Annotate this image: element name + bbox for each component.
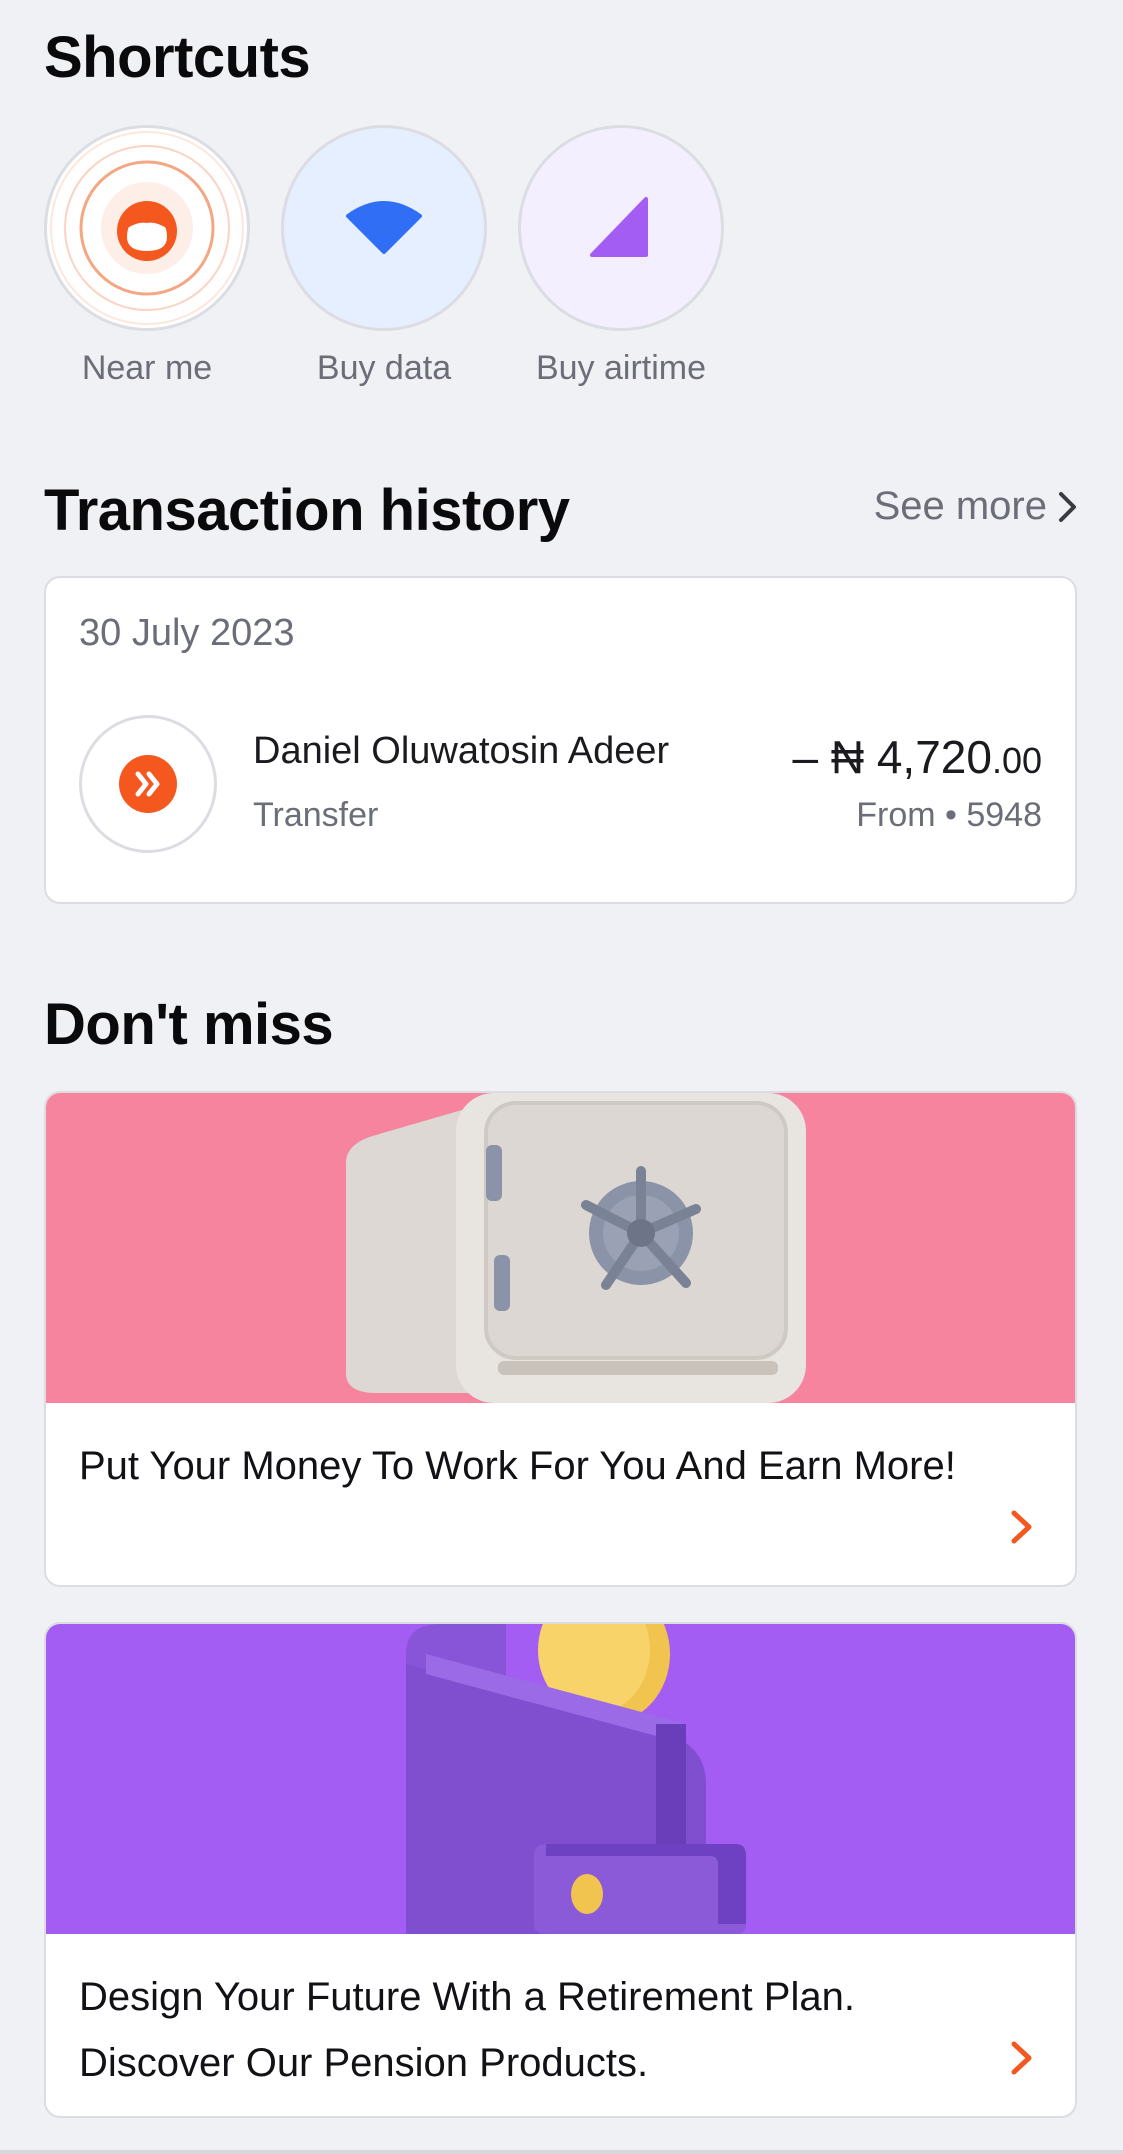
buy-data-label: Buy data [316, 349, 452, 387]
transaction-date: 30 July 2023 [79, 612, 295, 654]
chevron-right-icon [1011, 1510, 1032, 1544]
transfer-avatar [79, 715, 217, 853]
shortcuts-title: Shortcuts [44, 25, 311, 90]
chevron-right-icon [1059, 491, 1076, 522]
promo-banner-savings [46, 1093, 1075, 1403]
amount-main: – ₦ 4,720 [792, 731, 992, 783]
buy-airtime-label: Buy airtime [535, 349, 707, 387]
promo-text-savings: Put Your Money To Work For You And Earn … [79, 1444, 956, 1488]
transaction-card: 30 July 2023 Daniel Oluwatosin Adeer Tra… [44, 576, 1077, 904]
see-more-link[interactable]: See more [874, 484, 1079, 529]
promo-card-savings[interactable]: Put Your Money To Work For You And Earn … [44, 1091, 1077, 1587]
transaction-history-title: Transaction history [44, 478, 570, 543]
shortcut-buy-data[interactable]: Buy data [281, 125, 487, 388]
shortcut-buy-airtime[interactable]: Buy airtime [518, 125, 724, 388]
promo-banner-pension [46, 1624, 1075, 1934]
near-me-label: Near me [81, 349, 213, 387]
see-more-label: See more [873, 484, 1047, 528]
dont-miss-title: Don't miss [44, 992, 334, 1057]
amount-cents: .00 [991, 740, 1042, 781]
bottom-divider [0, 2150, 1123, 2154]
shortcut-near-me[interactable]: Near me [44, 125, 250, 388]
wallet-coin-illustration [406, 1624, 746, 1934]
buy-data-button[interactable] [281, 125, 487, 331]
transaction-amount: – ₦ 4,720.00 [792, 730, 1042, 784]
promo-text-pension: Design Your Future With a Retirement Pla… [79, 1975, 855, 2085]
near-me-button[interactable] [44, 125, 250, 331]
signal-icon [590, 197, 648, 257]
buy-airtime-button[interactable] [518, 125, 724, 331]
chevron-right-icon [1011, 2041, 1032, 2075]
transaction-type: Transfer [253, 796, 379, 834]
transaction-name: Daniel Oluwatosin Adeer [253, 730, 670, 772]
promo-card-pension[interactable]: Design Your Future With a Retirement Pla… [44, 1622, 1077, 2118]
face-icon [50, 131, 244, 325]
transfer-icon [119, 755, 177, 813]
transaction-source: From • 5948 [856, 796, 1042, 834]
home-screen: Shortcuts Near me Buy data Buy airtime T… [0, 0, 1123, 2154]
safe-illustration [346, 1093, 806, 1403]
wifi-icon [346, 201, 422, 254]
